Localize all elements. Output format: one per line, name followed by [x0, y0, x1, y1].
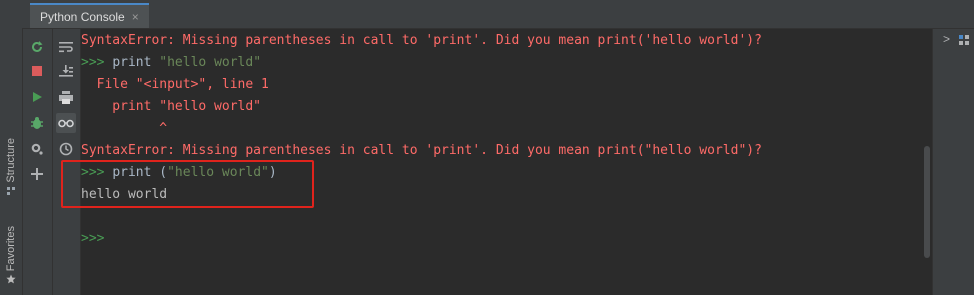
- favorites-tab[interactable]: Favorites: [2, 226, 20, 284]
- variables-panel: >: [932, 29, 974, 295]
- scroll-to-end-icon: [59, 65, 73, 77]
- glasses-icon: [58, 119, 74, 128]
- highlight-annotation: [61, 160, 314, 208]
- run-icon: [33, 92, 42, 102]
- console-line: File "<input>", line 1: [81, 77, 269, 92]
- grid-icon[interactable]: [959, 35, 969, 45]
- print-button[interactable]: [56, 87, 76, 107]
- console-input-prompt[interactable]: >>>: [81, 228, 104, 250]
- add-icon: [31, 168, 43, 180]
- scrollbar-thumb[interactable]: [924, 146, 930, 258]
- debug-button[interactable]: [27, 113, 47, 133]
- tab-label: Python Console: [40, 9, 125, 24]
- show-variables-button[interactable]: [56, 113, 76, 133]
- print-icon: [59, 90, 73, 104]
- stop-button[interactable]: [27, 61, 47, 81]
- settings-button[interactable]: [27, 139, 47, 159]
- close-icon[interactable]: ×: [132, 10, 139, 24]
- structure-tab-label: Structure: [5, 138, 17, 183]
- console-line: print "hello world": [81, 99, 262, 114]
- history-button[interactable]: [56, 139, 76, 159]
- console-prompt: >>>: [81, 55, 113, 70]
- structure-tab[interactable]: Structure: [2, 138, 20, 196]
- rerun-icon: [32, 41, 43, 52]
- debug-icon: [31, 117, 43, 129]
- add-console-button[interactable]: [27, 164, 47, 184]
- tab-python-console[interactable]: Python Console ×: [30, 3, 149, 28]
- left-tool-strip: Structure Favorites: [0, 0, 23, 295]
- tool-window-tab-bar: Python Console ×: [22, 0, 974, 29]
- gear-icon: [31, 143, 43, 155]
- scroll-to-end-button[interactable]: [56, 61, 76, 81]
- rerun-button[interactable]: [27, 37, 47, 57]
- vertical-scrollbar[interactable]: [921, 29, 932, 295]
- console-toolbar: [23, 29, 53, 295]
- console-line: ^: [81, 121, 168, 136]
- structure-icon: [7, 186, 15, 195]
- run-button[interactable]: [27, 87, 47, 107]
- favorites-tab-label: Favorites: [5, 226, 17, 272]
- clock-icon: [59, 142, 73, 156]
- soft-wrap-icon: [59, 42, 73, 53]
- console-code: print: [112, 55, 160, 70]
- chevron-right-icon[interactable]: >: [943, 32, 950, 46]
- soft-wrap-button[interactable]: [56, 37, 76, 57]
- star-icon: [6, 274, 16, 284]
- console-line: SyntaxError: Missing parentheses in call…: [81, 143, 762, 158]
- console-string: "hello world": [159, 55, 262, 70]
- console-line: SyntaxError: Missing parentheses in call…: [81, 33, 762, 48]
- stop-icon: [32, 66, 42, 76]
- console-line: >>> print "hello world": [81, 52, 261, 74]
